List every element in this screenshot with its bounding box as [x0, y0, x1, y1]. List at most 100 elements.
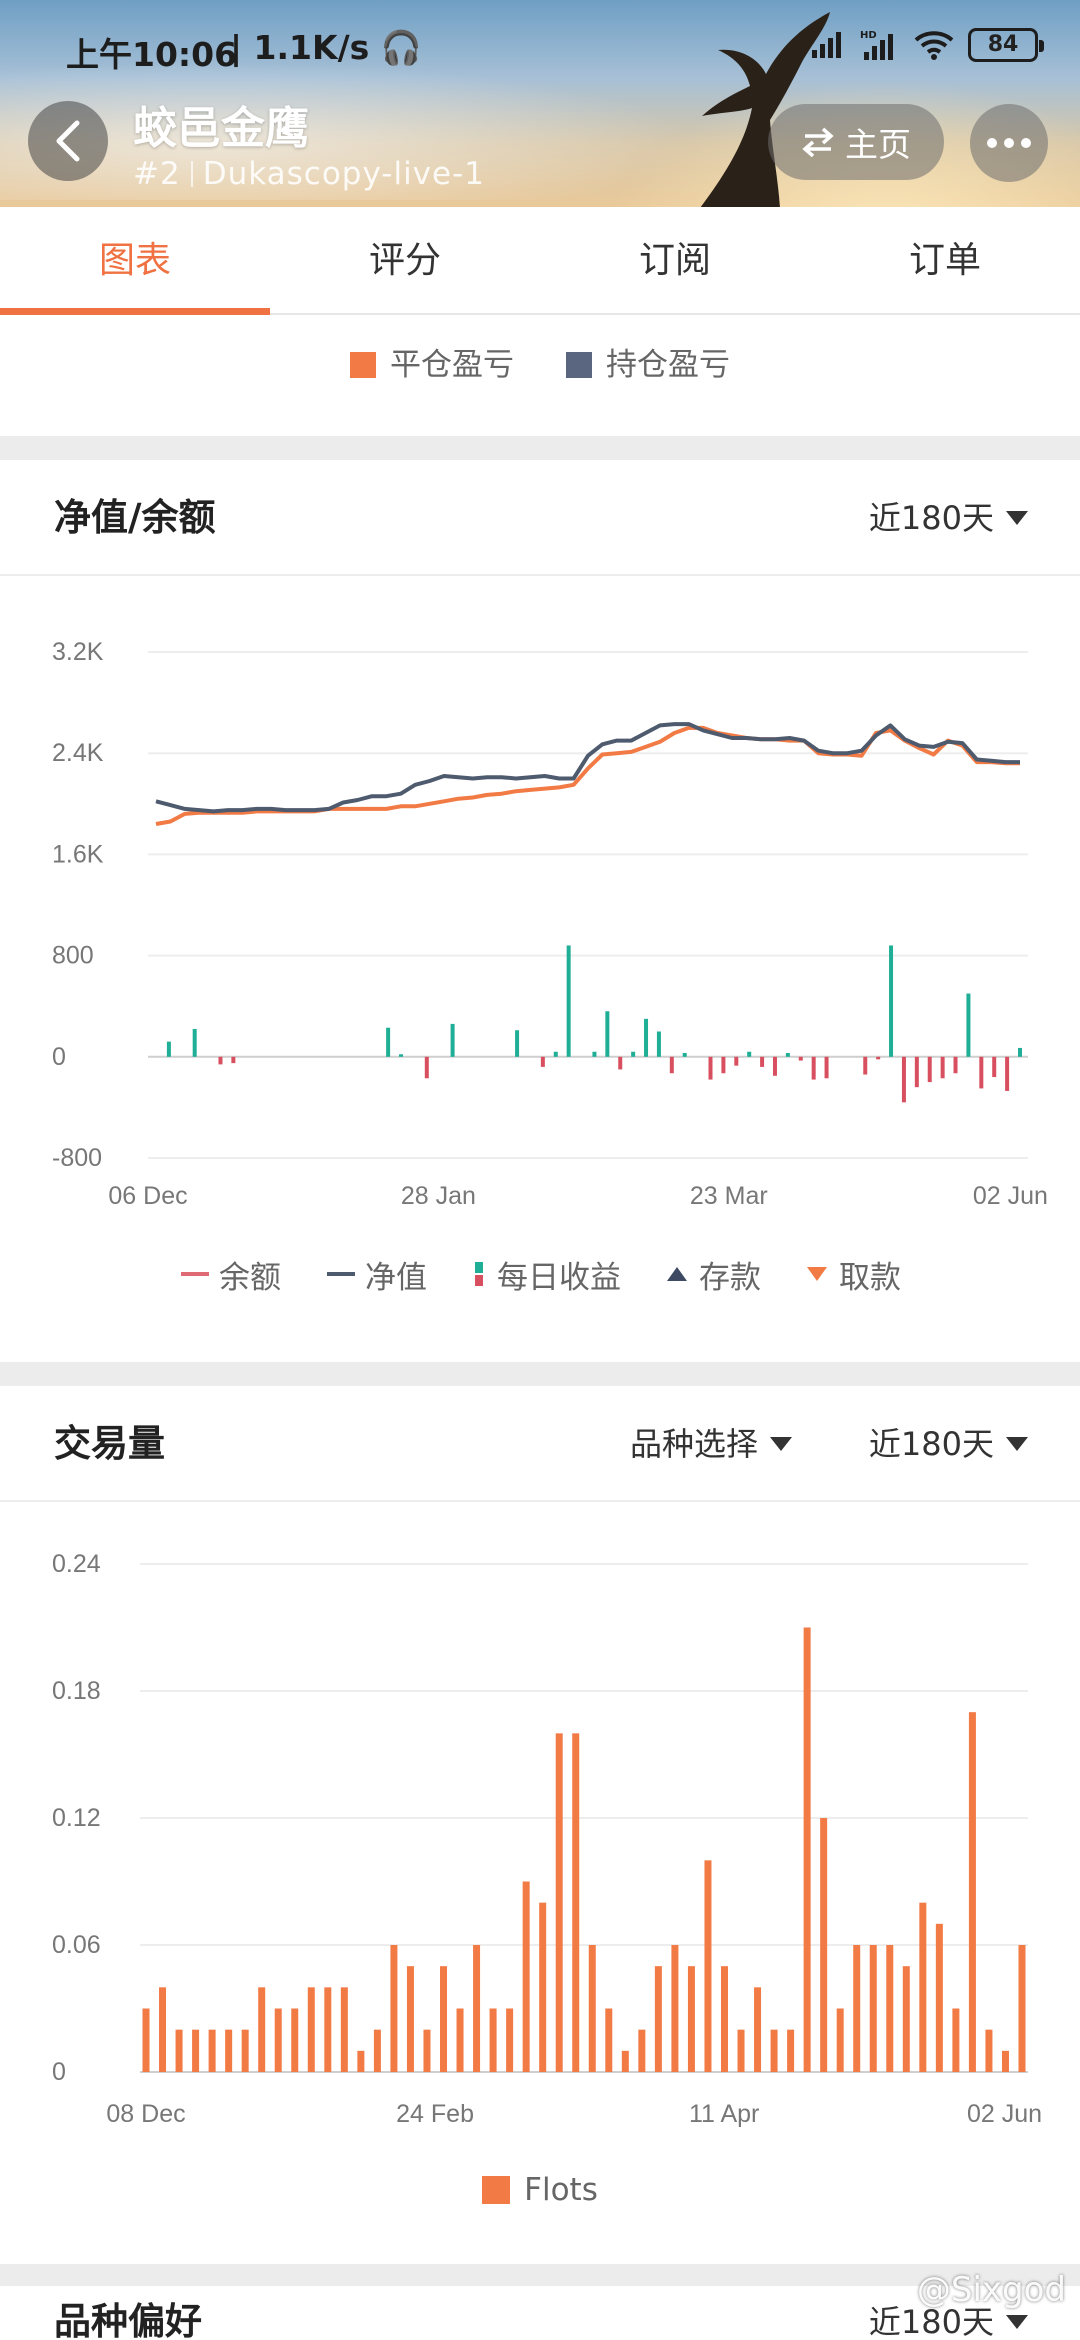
volume-bar	[357, 2050, 365, 2072]
volume-bar	[1018, 1945, 1026, 2072]
volume-bar	[539, 1902, 547, 2072]
daily-profit-bar	[889, 945, 894, 1057]
volume-bar	[324, 1987, 332, 2072]
signal-icon	[812, 32, 841, 58]
watermark: @Sixgod	[916, 2270, 1066, 2310]
daily-profit-bar	[218, 1056, 223, 1065]
volume-bar	[985, 2029, 993, 2072]
y-tick-label: 2.4K	[52, 739, 104, 767]
volume-bar	[307, 1987, 315, 2072]
triangle-up-icon	[667, 1267, 687, 1281]
equity-range-dropdown[interactable]: 近180天	[869, 460, 1028, 576]
daily-profit-bar	[386, 1027, 391, 1057]
legend-item-withdrawal[interactable]: 取款	[805, 1252, 901, 1297]
back-button[interactable]	[28, 101, 108, 181]
volume-range-dropdown[interactable]: 近180天	[869, 1386, 1028, 1502]
volume-chart: 0.24 0.18 0.12 0.06 0 08 Dec 24 Feb 11 Apr 02 Ju…	[52, 1550, 1042, 2128]
x-tick-label: 23 Mar	[690, 1182, 768, 1210]
volume-bar	[473, 1945, 481, 2072]
daily-profit-bar	[901, 1056, 906, 1103]
battery-icon: 84	[968, 28, 1044, 62]
legend-label: 每日收益	[497, 1259, 621, 1296]
volume-bar	[836, 2008, 844, 2072]
daily-profit-bar	[592, 1051, 597, 1057]
daily-profit-bar	[166, 1041, 171, 1057]
volume-bar	[886, 1945, 894, 2072]
legend-label: 余额	[219, 1259, 281, 1296]
tab-rating[interactable]: 评分	[270, 207, 540, 313]
status-time: 上午10:06	[66, 35, 238, 74]
legend-item-flots[interactable]: Flots	[482, 2172, 598, 2208]
volume-bar	[506, 2008, 514, 2072]
y-tick-label: 0	[52, 1043, 66, 1071]
symbol-select-label: 品种选择	[630, 1425, 759, 1463]
svg-text:HD: HD	[860, 30, 877, 41]
volume-bar	[258, 1987, 266, 2072]
legend-swatch	[566, 351, 592, 378]
legend-item-balance[interactable]: 余额	[179, 1252, 281, 1297]
volume-bar	[522, 1881, 530, 2072]
tab-bar: 图表 评分 订阅 订单	[0, 207, 1080, 315]
volume-bar	[373, 2029, 381, 2072]
daily-profit-bar	[927, 1056, 932, 1083]
volume-bar	[820, 1818, 828, 2072]
caret-down-icon	[1006, 1437, 1028, 1451]
daily-profit-bar	[811, 1056, 816, 1080]
home-button[interactable]: 主页	[768, 104, 944, 180]
volume-bar	[340, 1987, 348, 2072]
volume-bar	[902, 1966, 910, 2072]
legend-item-deposit[interactable]: 存款	[665, 1252, 761, 1297]
volume-bar	[968, 1712, 976, 2072]
daily-profit-bar	[721, 1056, 726, 1074]
daily-profit-bar	[914, 1056, 919, 1088]
legend-swatch	[350, 351, 376, 378]
daily-profit-bar	[708, 1056, 713, 1080]
legend-item-closed-pnl[interactable]: 平仓盈亏	[350, 339, 514, 384]
volume-bar	[489, 2008, 497, 2072]
volume-bar	[770, 2029, 778, 2072]
volume-bar	[274, 2008, 282, 2072]
legend-item-open-pnl[interactable]: 持仓盈亏	[566, 339, 730, 384]
symbol-select-dropdown[interactable]: 品种选择	[630, 1386, 793, 1502]
tab-orders[interactable]: 订单	[810, 207, 1080, 313]
equity-section-title: 净值/余额	[54, 496, 216, 539]
volume-bar	[225, 2029, 233, 2072]
y-tick-label: -800	[52, 1144, 102, 1172]
volume-bar	[555, 1733, 563, 2072]
volume-bar	[952, 2008, 960, 2072]
daily-profit-bar	[399, 1054, 404, 1057]
volume-bar	[440, 1966, 448, 2072]
volume-bar	[853, 1945, 861, 2072]
daily-profit-bar	[824, 1056, 829, 1079]
daily-profit-bar	[231, 1056, 236, 1064]
daily-profit-bar	[450, 1023, 455, 1057]
legend-item-equity[interactable]: 净值	[325, 1252, 427, 1297]
equity-section-header: 净值/余额 近180天	[0, 460, 1080, 576]
tab-subscribe[interactable]: 订阅	[540, 207, 810, 313]
pnl-legend: 平仓盈亏 持仓盈亏	[0, 335, 1080, 387]
y-tick-label: 1.6K	[52, 840, 104, 868]
y-tick-label: 0.24	[52, 1550, 101, 1578]
more-button[interactable]	[970, 104, 1048, 182]
account-name: Dukascopy-live-1	[202, 156, 486, 192]
legend-item-daily-profit[interactable]: 每日收益	[471, 1252, 621, 1297]
y-tick-label: 0	[52, 2058, 66, 2086]
daily-profit-bar	[644, 1018, 649, 1057]
wifi-icon	[914, 31, 954, 60]
range-label: 近180天	[868, 499, 994, 537]
equity-chart: 3.2K 2.4K 1.6K 800 0 -80006 Dec 28 Jan 23 Mar 02…	[52, 638, 1048, 1210]
daily-profit-bar	[747, 1051, 752, 1057]
daily-profit-bar	[863, 1056, 868, 1075]
daily-profit-bar	[979, 1056, 984, 1089]
volume-bar	[704, 1860, 712, 2072]
volume-bar	[787, 2029, 795, 2072]
tab-chart[interactable]: 图表	[0, 207, 270, 315]
volume-bar	[291, 2008, 299, 2072]
legend-label: 取款	[839, 1259, 901, 1296]
bar-marker-icon	[475, 1262, 483, 1286]
equity-legend: 余额 净值 每日收益 存款 取款	[0, 1252, 1080, 1296]
daily-profit-bar	[772, 1056, 777, 1076]
daily-profit-bar	[734, 1056, 739, 1066]
account-header: 上午10:06 | 1.1K/s 🎧 HD 84 蛟邑金鹰 #2 Dukascop…	[0, 0, 1080, 207]
swap-icon	[802, 127, 834, 157]
